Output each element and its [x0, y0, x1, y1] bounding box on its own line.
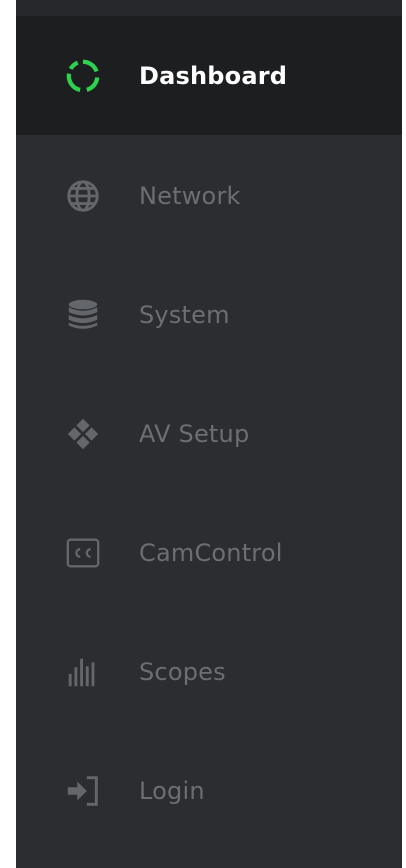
sidebar-item-scopes[interactable]: Scopes [16, 612, 402, 731]
sidebar-item-label: System [139, 300, 230, 329]
sidebar-item-dashboard[interactable]: Dashboard [16, 16, 402, 135]
diamond-cluster-icon [62, 413, 104, 455]
sidebar-item-network[interactable]: Network [16, 136, 402, 255]
sidebar-nav: Dashboard Network System AV Setup CamCon… [16, 0, 402, 868]
sidebar-item-label: Dashboard [139, 61, 288, 90]
sidebar-item-system[interactable]: System [16, 255, 402, 374]
bars-icon [62, 651, 104, 693]
sidebar-item-av-setup[interactable]: AV Setup [16, 374, 402, 493]
sidebar-item-label: Scopes [139, 657, 226, 686]
sidebar-item-login[interactable]: Login [16, 731, 402, 850]
dashboard-ring-icon [62, 55, 104, 97]
sidebar-item-label: CamControl [139, 538, 283, 567]
sidebar-top-strip [16, 0, 402, 16]
globe-icon [62, 175, 104, 217]
cc-box-icon [62, 532, 104, 574]
sidebar-item-label: Login [139, 776, 205, 805]
sidebar-item-camcontrol[interactable]: CamControl [16, 493, 402, 612]
sidebar-item-label: Network [139, 181, 241, 210]
sidebar-item-label: AV Setup [139, 419, 250, 448]
database-icon [62, 294, 104, 336]
login-arrow-icon [62, 770, 104, 812]
